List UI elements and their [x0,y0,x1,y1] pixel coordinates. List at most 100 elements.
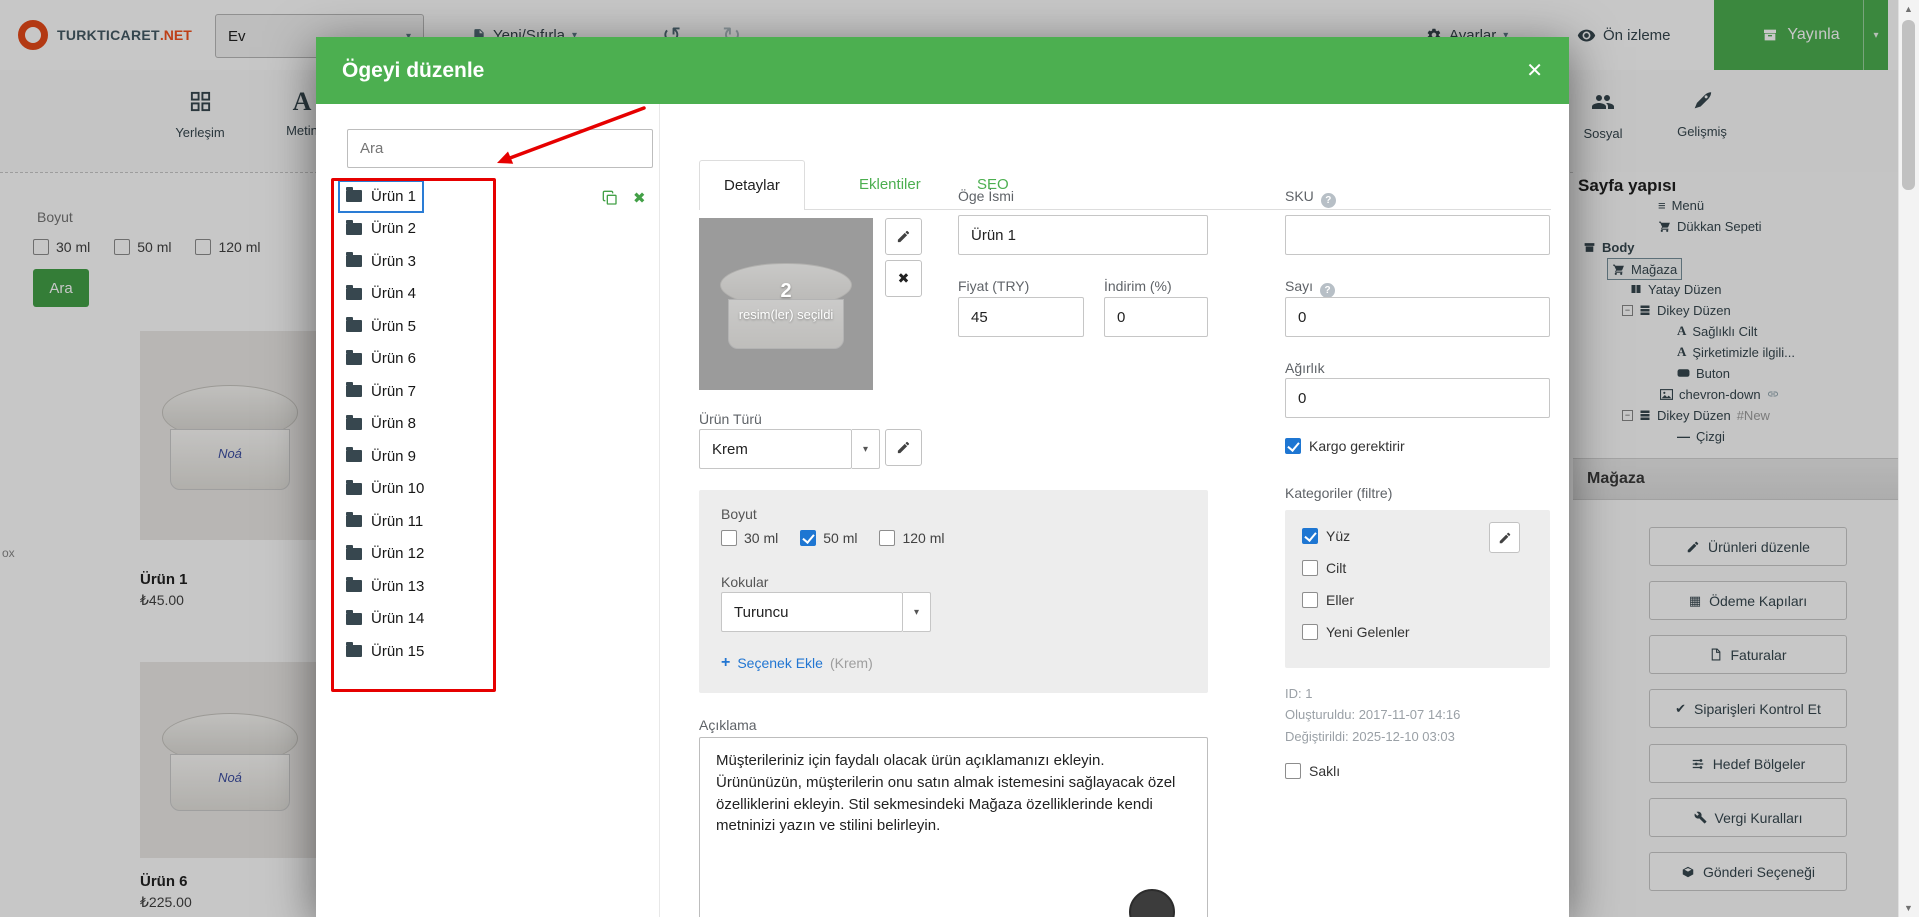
product-type-dropdown-arrow[interactable]: ▾ [852,429,880,469]
annotation-arrow [480,95,670,180]
scroll-up-arrow[interactable]: ▲ [1899,0,1918,18]
tab-label: Detaylar [724,177,780,194]
weight-label: Ağırlık [1285,360,1325,376]
help-icon[interactable]: ? [1321,193,1336,208]
modal-header: Ögeyi düzenle ✕ [316,37,1569,104]
edit-categories-button[interactable] [1489,522,1520,553]
duplicate-button[interactable] [602,190,618,209]
checkbox-label: Saklı [1309,763,1340,779]
modified-text: Değiştirildi: 2025-12-10 03:03 [1285,729,1455,744]
pencil-icon [896,440,911,455]
categories-label: Kategoriler (filtre) [1285,485,1392,501]
size-option[interactable]: 30 ml [721,530,778,546]
stock-input[interactable] [1285,297,1550,337]
size-option[interactable]: 120 ml [879,530,944,546]
product-type-label: Ürün Türü [699,411,762,427]
created-text: Oluşturuldu: 2017-11-07 14:16 [1285,707,1460,722]
scent-label: Kokular [721,574,768,590]
checkbox[interactable] [1285,763,1301,779]
stock-label: Sayı [1285,278,1313,294]
pencil-icon [1498,531,1512,545]
stock-label-row: Sayı? [1285,278,1335,298]
image-thumbnail[interactable]: 2 resim(ler) seçildi [699,218,873,390]
tab-bar: Detaylar Eklentiler SEO [699,160,1551,210]
tab-divider [699,209,1551,210]
modal-content: Detaylar Eklentiler SEO Resimler 2 resim… [659,104,1569,917]
price-label: Fiyat (TRY) [958,278,1029,294]
checkbox-label: 50 ml [823,530,857,546]
tab-details[interactable]: Detaylar [699,160,805,210]
checkbox-label: 120 ml [902,530,944,546]
jar-body [728,299,844,349]
edit-images-button[interactable] [885,218,922,255]
checkbox-label: Yeni Gelenler [1326,624,1410,640]
scroll-down-arrow[interactable]: ▼ [1899,899,1918,917]
scent-value: Turuncu [734,604,788,621]
size-option[interactable]: 50 ml [800,530,857,546]
help-icon[interactable]: ? [1320,283,1335,298]
add-option-suffix: (Krem) [830,655,873,671]
chevron-down-icon: ▾ [863,444,868,455]
category-option[interactable]: Yeni Gelenler [1302,624,1410,640]
add-option-label: Seçenek Ekle [737,655,823,671]
category-option[interactable]: Eller [1302,592,1354,608]
description-textarea[interactable]: Müşterileriniz için faydalı olacak ürün … [699,737,1208,917]
plus-icon: + [721,654,730,672]
checkbox[interactable] [879,530,895,546]
images-selected-text: resim(ler) seçildi [699,307,873,322]
chevron-down-icon: ▾ [914,607,919,618]
checkbox[interactable] [800,530,816,546]
hidden-option[interactable]: Saklı [1285,763,1340,779]
category-option[interactable]: Yüz [1302,528,1350,544]
tab-addons[interactable]: Eklentiler [859,160,921,209]
checkbox[interactable] [721,530,737,546]
checkbox-label: Kargo gerektirir [1309,438,1405,454]
description-label: Açıklama [699,717,757,733]
shipping-required-option[interactable]: Kargo gerektirir [1285,438,1405,454]
close-icon[interactable]: ✕ [1526,58,1543,83]
add-option-link[interactable]: + Seçenek Ekle (Krem) [721,654,873,672]
images-count: 2 [699,280,873,303]
sku-input[interactable] [1285,215,1550,255]
item-name-label: Öge İsmi [958,188,1014,204]
discount-input[interactable] [1104,297,1208,337]
checkbox-label: Eller [1326,592,1354,608]
x-icon: ✖ [898,270,910,287]
scent-select[interactable]: Turuncu [721,592,903,632]
category-option[interactable]: Cilt [1302,560,1346,576]
edit-product-type-button[interactable] [885,429,922,466]
size-options: 30 ml 50 ml 120 ml [721,530,945,546]
tab-label: Eklentiler [859,176,921,193]
cream-jar-graphic [720,263,852,349]
sku-label-row: SKU? [1285,188,1336,208]
variants-panel: Boyut 30 ml 50 ml 120 ml Kokular Turuncu… [699,490,1208,693]
price-input[interactable] [958,297,1084,337]
product-type-value: Krem [712,441,748,458]
modal-title: Ögeyi düzenle [342,59,484,83]
checkbox[interactable] [1302,560,1318,576]
size-label: Boyut [721,506,757,522]
checkbox[interactable] [1302,528,1318,544]
categories-panel: Yüz Cilt Eller Yeni Gelenler [1285,510,1550,668]
item-id-text: ID: 1 [1285,686,1312,701]
pencil-icon [896,229,911,244]
checkbox-label: 30 ml [744,530,778,546]
product-type-select[interactable]: Krem [699,429,852,469]
scrollbar-thumb[interactable] [1902,20,1915,190]
weight-input[interactable] [1285,378,1550,418]
copy-icon [602,190,618,206]
checkbox-label: Cilt [1326,560,1346,576]
app-screen: TURKTICARET.NET Ev ▾ Yeni/Sıfırla ▾ ↺ ↻ … [0,0,1919,917]
discount-label: İndirim (%) [1104,278,1172,294]
annotation-rectangle [331,178,496,692]
vertical-scrollbar[interactable]: ▲ ▼ [1898,0,1919,917]
scent-dropdown-arrow[interactable]: ▾ [903,592,931,632]
delete-item-icon[interactable]: ✖ [633,189,646,207]
checkbox[interactable] [1302,592,1318,608]
item-name-input[interactable] [958,215,1208,255]
checkbox[interactable] [1302,624,1318,640]
checkbox[interactable] [1285,438,1301,454]
checkbox-label: Yüz [1326,528,1350,544]
remove-images-button[interactable]: ✖ [885,260,922,297]
sku-label: SKU [1285,188,1314,204]
